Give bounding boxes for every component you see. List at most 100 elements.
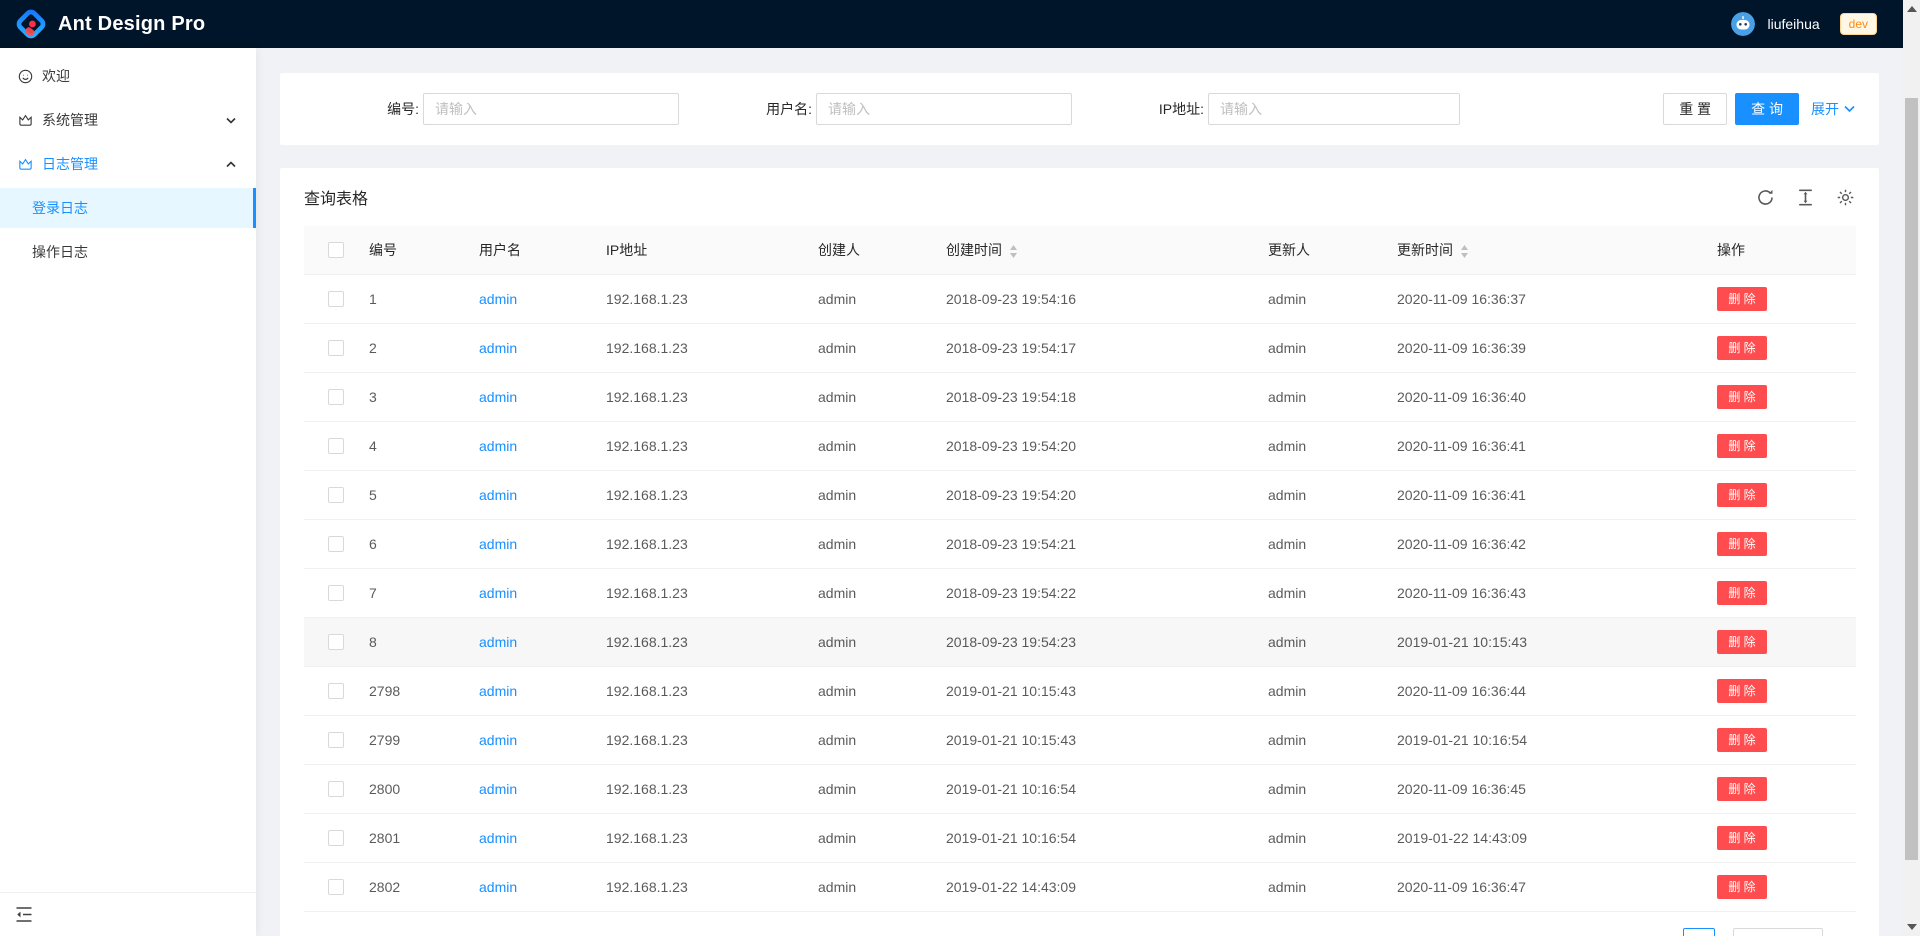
username-input[interactable] xyxy=(816,93,1072,125)
cell-number: 7 xyxy=(369,585,377,601)
cell-ip: 192.168.1.23 xyxy=(606,781,688,797)
row-checkbox[interactable] xyxy=(328,830,344,846)
sort-caret-icon[interactable] xyxy=(1460,245,1469,258)
cell-create-time: 2019-01-21 10:16:54 xyxy=(946,830,1076,846)
username-link[interactable]: admin xyxy=(479,438,517,454)
select-all-checkbox[interactable] xyxy=(328,242,344,258)
table-row: 2801admin192.168.1.23admin2019-01-21 10:… xyxy=(304,813,1856,862)
sidebar-item-log-management[interactable]: 日志管理 xyxy=(0,144,256,184)
username-field-label: 用户名: xyxy=(696,99,816,119)
username-link[interactable]: admin xyxy=(479,389,517,405)
cell-updater: admin xyxy=(1268,781,1306,797)
logo[interactable]: Ant Design Pro xyxy=(16,9,205,39)
cell-updater: admin xyxy=(1268,291,1306,307)
sidebar-item-welcome[interactable]: 欢迎 xyxy=(0,56,256,96)
delete-button[interactable]: 删 除 xyxy=(1717,777,1767,801)
cell-create-time: 2019-01-21 10:15:43 xyxy=(946,732,1076,748)
cell-update-time: 2020-11-09 16:36:47 xyxy=(1397,879,1526,895)
settings-gear-icon[interactable] xyxy=(1836,188,1855,207)
row-checkbox[interactable] xyxy=(328,536,344,552)
row-checkbox[interactable] xyxy=(328,683,344,699)
user-avatar[interactable] xyxy=(1731,12,1755,36)
table-title: 查询表格 xyxy=(304,185,368,209)
delete-button[interactable]: 删 除 xyxy=(1717,483,1767,507)
delete-button[interactable]: 删 除 xyxy=(1717,385,1767,409)
username-link[interactable]: admin xyxy=(479,487,517,503)
row-checkbox[interactable] xyxy=(328,732,344,748)
cell-create-time: 2018-09-23 19:54:16 xyxy=(946,291,1076,307)
sidebar-item-operation-log[interactable]: 操作日志 xyxy=(0,232,256,272)
delete-button[interactable]: 删 除 xyxy=(1717,728,1767,752)
row-checkbox[interactable] xyxy=(328,438,344,454)
row-checkbox[interactable] xyxy=(328,634,344,650)
username-link[interactable]: admin xyxy=(479,585,517,601)
scrollbar-up-arrow-icon[interactable] xyxy=(1907,6,1917,12)
username-link[interactable]: admin xyxy=(479,830,517,846)
username-link[interactable]: admin xyxy=(479,634,517,650)
row-checkbox[interactable] xyxy=(328,291,344,307)
vertical-scrollbar[interactable] xyxy=(1903,0,1920,936)
username-link[interactable]: admin xyxy=(479,340,517,356)
delete-button[interactable]: 删 除 xyxy=(1717,581,1767,605)
expand-link[interactable]: 展开 xyxy=(1811,99,1855,119)
delete-button[interactable]: 删 除 xyxy=(1717,875,1767,899)
sidebar-item-login-log[interactable]: 登录日志 xyxy=(0,188,256,228)
sidebar-footer xyxy=(0,892,256,936)
row-checkbox[interactable] xyxy=(328,340,344,356)
cell-ip: 192.168.1.23 xyxy=(606,487,688,503)
chevron-down-icon xyxy=(1844,105,1855,113)
reload-icon[interactable] xyxy=(1756,188,1775,207)
sidebar-item-system-management[interactable]: 系统管理 xyxy=(0,100,256,140)
username-link[interactable]: admin xyxy=(479,683,517,699)
row-checkbox[interactable] xyxy=(328,585,344,601)
table-row: 2800admin192.168.1.23admin2019-01-21 10:… xyxy=(304,764,1856,813)
cell-ip: 192.168.1.23 xyxy=(606,879,688,895)
menu-fold-icon[interactable] xyxy=(15,906,33,923)
cell-creator: admin xyxy=(818,732,856,748)
table-row: 5admin192.168.1.23admin2018-09-23 19:54:… xyxy=(304,470,1856,519)
page-size-select[interactable] xyxy=(1733,928,1823,936)
pagination-page-button[interactable] xyxy=(1683,928,1715,936)
delete-button[interactable]: 删 除 xyxy=(1717,336,1767,360)
delete-button[interactable]: 删 除 xyxy=(1717,287,1767,311)
cell-updater: admin xyxy=(1268,879,1306,895)
ip-input[interactable] xyxy=(1208,93,1460,125)
row-checkbox[interactable] xyxy=(328,781,344,797)
username-link[interactable]: admin xyxy=(479,879,517,895)
ip-field-label: IP地址: xyxy=(1088,99,1208,119)
username-link[interactable]: admin xyxy=(479,536,517,552)
table-row: 8admin192.168.1.23admin2018-09-23 19:54:… xyxy=(304,617,1856,666)
scrollbar-down-arrow-icon[interactable] xyxy=(1907,924,1917,930)
username-link[interactable]: admin xyxy=(479,291,517,307)
row-checkbox[interactable] xyxy=(328,487,344,503)
cell-number: 5 xyxy=(369,487,377,503)
row-checkbox[interactable] xyxy=(328,879,344,895)
sort-caret-icon[interactable] xyxy=(1009,245,1018,258)
username-link[interactable]: admin xyxy=(479,732,517,748)
reset-button[interactable]: 重 置 xyxy=(1663,93,1727,125)
sidebar-item-label: 操作日志 xyxy=(32,242,88,262)
app-title: Ant Design Pro xyxy=(58,13,205,36)
row-checkbox[interactable] xyxy=(328,389,344,405)
cell-creator: admin xyxy=(818,781,856,797)
delete-button[interactable]: 删 除 xyxy=(1717,826,1767,850)
cell-update-time: 2019-01-22 14:43:09 xyxy=(1397,830,1527,846)
user-name[interactable]: liufeihua xyxy=(1767,16,1819,32)
delete-button[interactable]: 删 除 xyxy=(1717,679,1767,703)
density-icon[interactable] xyxy=(1796,188,1815,207)
column-header-ip: IP地址 xyxy=(598,226,810,274)
delete-button[interactable]: 删 除 xyxy=(1717,630,1767,654)
table-row: 2admin192.168.1.23admin2018-09-23 19:54:… xyxy=(304,323,1856,372)
cell-updater: admin xyxy=(1268,634,1306,650)
delete-button[interactable]: 删 除 xyxy=(1717,532,1767,556)
expand-link-label: 展开 xyxy=(1811,99,1839,119)
username-link[interactable]: admin xyxy=(479,781,517,797)
scrollbar-thumb[interactable] xyxy=(1905,98,1918,860)
delete-button[interactable]: 删 除 xyxy=(1717,434,1767,458)
cell-update-time: 2019-01-21 10:16:54 xyxy=(1397,732,1527,748)
number-input[interactable] xyxy=(423,93,679,125)
query-button[interactable]: 查 询 xyxy=(1735,93,1799,125)
crown-icon xyxy=(18,113,33,128)
cell-update-time: 2020-11-09 16:36:42 xyxy=(1397,536,1526,552)
column-header-update-time: 更新时间 xyxy=(1389,226,1709,274)
